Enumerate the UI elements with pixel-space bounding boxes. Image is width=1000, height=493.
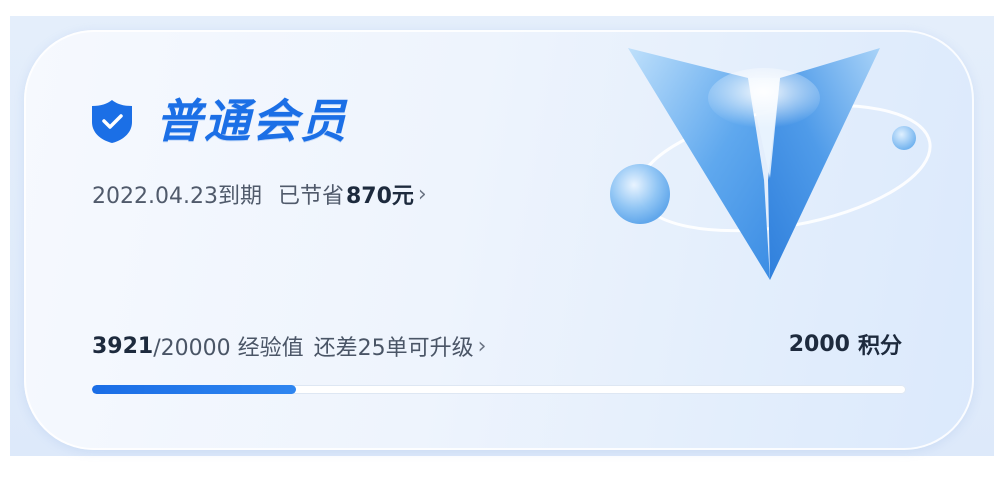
exp-current: 3921: [92, 333, 154, 359]
level-header: 普通会员: [90, 98, 348, 144]
saved-label: 已节省: [277, 184, 344, 209]
page: 普通会员 2022.04.23到期 已节省 870元 › 3921 /20000…: [0, 0, 1000, 493]
experience-link[interactable]: 3921 /20000 经验值 还差25单可升级 ›: [92, 330, 486, 362]
points-display[interactable]: 2000 积分: [789, 328, 902, 360]
v-emblem-icon: [610, 48, 932, 280]
exp-total: /20000 经验值: [153, 336, 304, 361]
shield-check-icon: [92, 100, 132, 143]
saved-amount: 870元: [345, 184, 414, 209]
membership-card[interactable]: 普通会员 2022.04.23到期 已节省 870元 › 3921 /20000…: [24, 30, 974, 450]
exp-remaining: 还差25单可升级: [313, 336, 474, 361]
experience-progress-fill: [92, 385, 296, 394]
experience-progress-bar: [92, 385, 906, 394]
chevron-right-icon: ›: [477, 333, 487, 359]
chevron-right-icon: ›: [417, 181, 427, 207]
points-label: 积分: [857, 334, 902, 359]
level-title: 普通会员: [156, 94, 348, 148]
expiry-and-savings-link[interactable]: 2022.04.23到期 已节省 870元 ›: [92, 178, 427, 210]
expire-date: 2022.04.23到期: [92, 184, 262, 209]
points-value: 2000: [788, 331, 850, 357]
